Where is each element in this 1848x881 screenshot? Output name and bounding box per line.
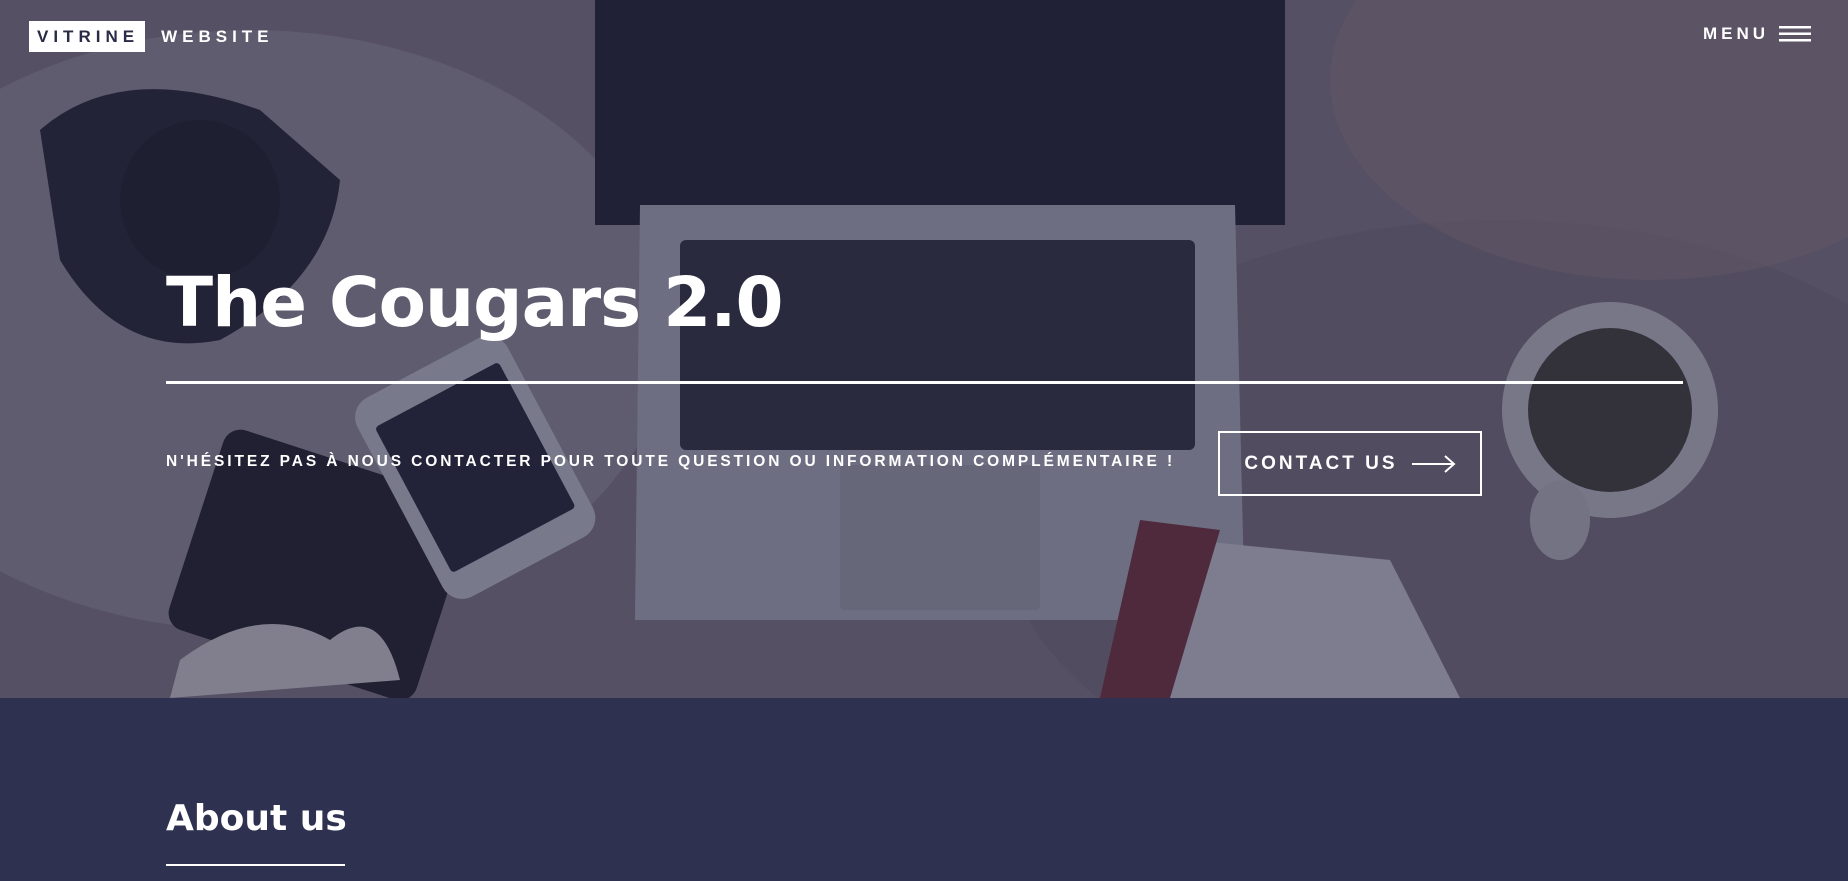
logo-text: WEBSITE — [161, 26, 274, 46]
hero-overlay — [0, 0, 1848, 698]
hero-tagline: N'HÉSITEZ PAS À NOUS CONTACTER POUR TOUT… — [166, 453, 1176, 470]
contact-us-label: CONTACT US — [1244, 452, 1398, 474]
hero-section: VITRINE WEBSITE MENU The Cougars 2.0 N'H… — [0, 0, 1848, 698]
hero-title: The Cougars 2.0 — [166, 263, 783, 343]
about-divider — [166, 864, 345, 866]
menu-label: MENU — [1702, 24, 1769, 43]
logo-badge: VITRINE — [29, 21, 146, 52]
about-title: About us — [166, 798, 347, 839]
hero-divider — [166, 381, 1683, 384]
about-section: About us — [0, 698, 1848, 881]
contact-us-button[interactable]: CONTACT US — [1218, 431, 1482, 496]
arrow-right-icon — [1411, 454, 1456, 473]
menu-button[interactable]: MENU — [1703, 24, 1811, 44]
page: VITRINE WEBSITE MENU The Cougars 2.0 N'H… — [0, 0, 1848, 881]
site-logo[interactable]: VITRINE WEBSITE — [29, 21, 274, 52]
hamburger-icon — [1779, 26, 1811, 42]
